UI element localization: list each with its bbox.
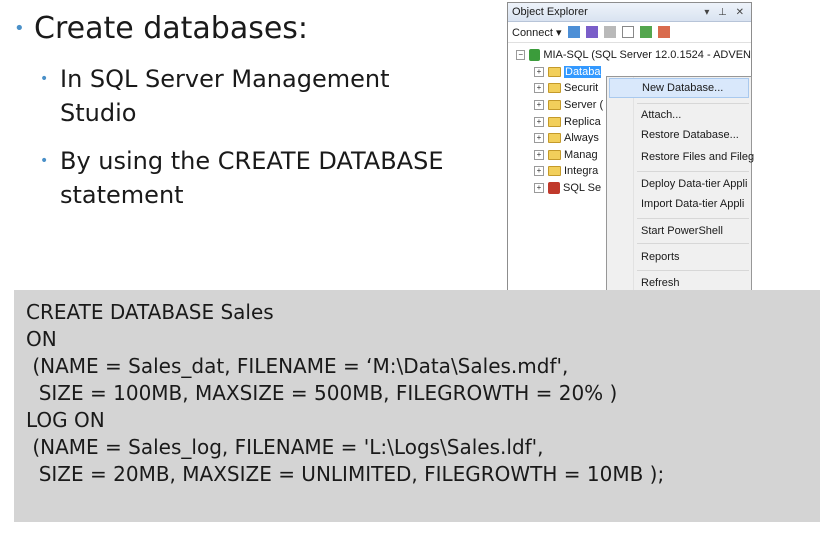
- context-menu: New Database... Attach... Restore Databa…: [606, 76, 754, 294]
- expand-icon[interactable]: +: [534, 183, 544, 194]
- code-line: ON: [26, 327, 57, 351]
- connect-button[interactable]: Connect ▾: [512, 26, 562, 39]
- code-line: (NAME = Sales_dat, FILENAME = ‘M:\Data\S…: [26, 354, 569, 378]
- menu-item-attach[interactable]: Attach...: [641, 109, 681, 121]
- disconnect-icon[interactable]: [585, 26, 598, 38]
- connect-icon[interactable]: [567, 26, 580, 38]
- tree-node-label: Databa: [564, 65, 602, 78]
- tree-node-label: Securit: [564, 82, 599, 95]
- expand-icon[interactable]: +: [534, 83, 544, 94]
- stop-icon[interactable]: [603, 26, 616, 38]
- object-explorer-title: Object Explorer: [512, 6, 588, 18]
- menu-item-new-database[interactable]: New Database...: [609, 78, 749, 98]
- bullet-sub-text: In SQL Server Management Studio: [60, 65, 390, 127]
- bullet-sub-2: • By using the CREATE DATABASE statement: [40, 144, 484, 212]
- menu-item-restore-database[interactable]: Restore Database...: [641, 129, 739, 141]
- bullet-dot: •: [14, 18, 25, 39]
- code-line: CREATE DATABASE Sales: [26, 300, 274, 324]
- menu-separator: [637, 103, 749, 104]
- menu-separator: [637, 171, 749, 172]
- code-line: (NAME = Sales_log, FILENAME = 'L:\Logs\S…: [26, 435, 544, 459]
- menu-gutter: [607, 77, 634, 293]
- server-icon: [529, 49, 541, 62]
- expand-icon[interactable]: +: [534, 149, 544, 160]
- menu-item-reports[interactable]: Reports: [641, 251, 680, 263]
- menu-separator: [637, 270, 749, 271]
- code-line: SIZE = 100MB, MAXSIZE = 500MB, FILEGROWT…: [26, 381, 618, 405]
- bullet-main: • Create databases:: [14, 4, 484, 54]
- code-line: SIZE = 20MB, MAXSIZE = UNLIMITED, FILEGR…: [26, 462, 665, 486]
- filter-icon[interactable]: [621, 26, 634, 38]
- menu-item-deploy-data-tier[interactable]: Deploy Data-tier Appli: [641, 178, 747, 190]
- expand-icon[interactable]: +: [534, 66, 544, 77]
- collapse-icon[interactable]: −: [516, 50, 526, 61]
- folder-icon: [548, 133, 561, 144]
- expand-icon[interactable]: +: [534, 100, 544, 111]
- tree-node-server[interactable]: − MIA-SQL (SQL Server 12.0.1524 - ADVEN: [508, 47, 751, 64]
- folder-icon: [548, 166, 561, 177]
- tree-node-label: SQL Se: [563, 182, 602, 195]
- bullet-main-text: Create databases:: [34, 11, 309, 46]
- menu-item-restore-files[interactable]: Restore Files and Fileg: [641, 151, 754, 163]
- expand-icon[interactable]: +: [534, 116, 544, 127]
- menu-separator: [637, 243, 749, 244]
- tree-node-label: Manag: [564, 148, 598, 161]
- folder-icon: [548, 66, 561, 77]
- menu-item-refresh[interactable]: Refresh: [641, 277, 680, 289]
- bullet-sub-1: • In SQL Server Management Studio: [40, 62, 484, 130]
- code-block: CREATE DATABASE Sales ON (NAME = Sales_da…: [14, 290, 820, 522]
- expand-icon[interactable]: +: [534, 133, 544, 144]
- menu-item-import-data-tier[interactable]: Import Data-tier Appli: [641, 198, 744, 210]
- code-line: LOG ON: [26, 408, 105, 432]
- server-label: MIA-SQL (SQL Server 12.0.1524 - ADVEN: [543, 49, 751, 62]
- object-explorer-toolbar: Connect ▾: [508, 22, 751, 43]
- object-explorer-titlebar: Object Explorer ▾ ⊥ ✕: [508, 3, 751, 22]
- bullet-dot: •: [40, 153, 49, 169]
- menu-item-start-powershell[interactable]: Start PowerShell: [641, 225, 723, 237]
- folder-icon: [548, 149, 561, 160]
- tree-node-label: Server (: [564, 99, 604, 112]
- folder-icon: [548, 83, 561, 94]
- folder-icon: [548, 100, 561, 111]
- menu-separator: [637, 218, 749, 219]
- tree-node-label: Replica: [564, 115, 601, 128]
- bullet-dot: •: [40, 71, 49, 87]
- sql-agent-icon: [548, 182, 560, 195]
- bullet-sub-text: By using the CREATE DATABASE statement: [60, 147, 444, 209]
- activity-monitor-icon[interactable]: [657, 26, 670, 38]
- tree-node-label: Always: [564, 132, 599, 145]
- folder-icon: [548, 116, 561, 127]
- expand-icon[interactable]: +: [534, 166, 544, 177]
- pane-controls[interactable]: ▾ ⊥ ✕: [704, 7, 747, 18]
- refresh-icon[interactable]: [639, 26, 652, 38]
- tree-node-label: Integra: [564, 165, 599, 178]
- bullet-list: • Create databases: • In SQL Server Mana…: [14, 4, 484, 212]
